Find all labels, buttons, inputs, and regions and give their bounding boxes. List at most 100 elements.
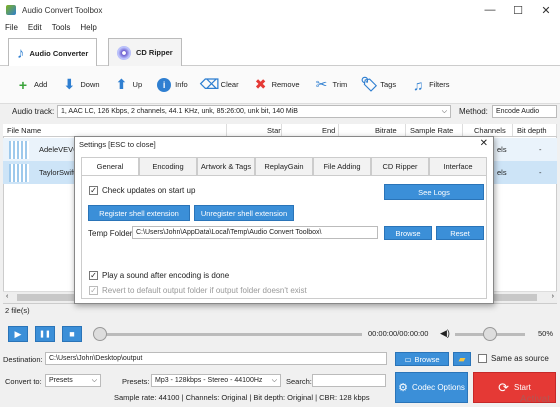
same-as-source-option[interactable]: Same as source [478, 354, 549, 363]
tab-file-adding[interactable]: File Adding [313, 157, 371, 175]
open-folder-icon[interactable]: ▰ [453, 352, 471, 366]
destination-value: C:\Users\John\Desktop\output [49, 355, 143, 362]
tab-general[interactable]: General [81, 157, 139, 175]
menu-tools[interactable]: Tools [47, 23, 76, 32]
trim-button[interactable]: ✂ Trim [307, 70, 355, 100]
close-button[interactable]: ✕ [532, 0, 560, 20]
play-sound-option[interactable]: ✓ Play a sound after encoding is done [89, 271, 229, 280]
info-button[interactable]: i Info [149, 70, 195, 100]
remove-label: Remove [271, 80, 300, 89]
stop-button[interactable]: ■ [62, 326, 82, 342]
dialog-title: Settings [ESC to close] [79, 139, 156, 149]
trim-label: Trim [332, 80, 348, 89]
codec-options-label: Codec Options [411, 383, 465, 392]
up-label: Up [132, 80, 143, 89]
method-value: Encode Audio [496, 108, 540, 115]
revert-output-checkbox[interactable]: ✓ [89, 286, 98, 295]
chevron-down-icon: ⌵ [91, 376, 97, 384]
arrow-down-icon: ⬇ [63, 76, 76, 92]
pause-button[interactable]: ❚❚ [35, 326, 55, 342]
menu-edit[interactable]: Edit [23, 23, 47, 32]
clear-button[interactable]: ⌫ Clear [195, 70, 246, 100]
tags-label: Tags [380, 80, 397, 89]
method-label: Method: [459, 107, 488, 116]
presets-select[interactable]: Mp3 - 128kbps - Stereo - 44100Hz ⌵ [151, 374, 281, 387]
see-logs-button[interactable]: See Logs [384, 184, 484, 200]
minimize-button[interactable]: — [476, 0, 504, 20]
method-select[interactable]: Encode Audio [492, 105, 557, 118]
music-note-icon: ♪ [17, 44, 25, 62]
col-end[interactable]: End [282, 124, 339, 136]
convert-to-value: Presets [49, 377, 73, 384]
tab-replaygain[interactable]: ReplayGain [255, 157, 313, 175]
audio-track-select[interactable]: 1, AAC LC, 126 Kbps, 2 channels, 44.1 KH… [57, 105, 451, 118]
tab-artwork-tags[interactable]: Artwork & Tags [197, 157, 255, 175]
destination-browse-button[interactable]: ▭ Browse [395, 352, 449, 366]
menu-file[interactable]: File [0, 23, 23, 32]
seek-track[interactable] [100, 333, 362, 336]
up-button[interactable]: ⬆ Up [107, 70, 150, 100]
temp-folder-field[interactable]: C:\Users\John\AppData\Local\Temp\Audio C… [132, 226, 378, 239]
maximize-button[interactable]: ☐ [504, 0, 532, 20]
folder-open-icon: ▭ [404, 354, 412, 364]
time-readout: 00:00:00/00:00:00 [368, 329, 429, 338]
tag-icon: 🏷 [360, 76, 379, 92]
activation-watermark: Activat [520, 394, 551, 405]
search-input[interactable] [312, 374, 386, 387]
filters-button[interactable]: ♫ Filters [403, 70, 456, 100]
temp-browse-button[interactable]: Browse [384, 226, 432, 240]
tab-cd-ripper[interactable]: CD Ripper [108, 38, 182, 66]
remove-button[interactable]: ✖ Remove [246, 70, 307, 100]
tags-button[interactable]: 🏷 Tags [354, 70, 403, 100]
file-channels: els [497, 145, 507, 154]
temp-reset-button[interactable]: Reset [436, 226, 484, 240]
check-updates-checkbox[interactable]: ✓ [89, 186, 98, 195]
revert-output-label: Revert to default output folder if outpu… [102, 286, 307, 295]
volume-slider-knob[interactable] [483, 327, 497, 341]
presets-label: Presets: [122, 377, 150, 386]
volume-icon[interactable]: ◀) [440, 328, 450, 339]
destination-field[interactable]: C:\Users\John\Desktop\output [45, 352, 387, 365]
col-channels[interactable]: Channels [463, 124, 513, 136]
encoding-summary: Sample rate: 44100 | Channels: Original … [114, 393, 370, 402]
scissors-icon: ✂ [315, 76, 328, 92]
file-thumbnail-icon [9, 163, 29, 182]
main-tab-bar: ♪ Audio Converter CD Ripper [0, 34, 560, 67]
menu-help[interactable]: Help [75, 23, 101, 32]
col-bit-depth[interactable]: Bit depth [513, 124, 557, 136]
check-updates-label: Check updates on start up [102, 186, 196, 195]
col-start[interactable]: Start [227, 124, 282, 136]
tab-interface[interactable]: Interface [429, 157, 487, 175]
tab-audio-converter[interactable]: ♪ Audio Converter [8, 38, 98, 67]
tab-encoding[interactable]: Encoding [139, 157, 197, 175]
settings-dialog: Settings [ESC to close] ✕ General Encodi… [74, 136, 494, 304]
remove-x-icon: ✖ [254, 76, 267, 92]
convert-to-label: Convert to: [5, 377, 42, 386]
seek-slider-knob[interactable] [93, 327, 107, 341]
col-sample-rate[interactable]: Sample Rate [406, 124, 463, 136]
col-bitrate[interactable]: Bitrate [339, 124, 406, 136]
scroll-left-icon[interactable]: ‹ [6, 293, 8, 300]
register-shell-button[interactable]: Register shell extension [88, 205, 190, 221]
down-button[interactable]: ⬇ Down [54, 70, 106, 100]
same-as-source-checkbox[interactable] [478, 354, 487, 363]
tab-cd-ripper-label: CD Ripper [136, 48, 173, 57]
codec-options-button[interactable]: ⚙ Codec Options [395, 372, 468, 403]
player-bar: ▶ ❚❚ ■ 00:00:00/00:00:00 ◀) 50% [0, 318, 560, 348]
add-button[interactable]: + Add [8, 70, 54, 100]
temp-folder-label: Temp Folder: [88, 229, 135, 238]
play-button[interactable]: ▶ [8, 326, 28, 342]
dialog-close-icon[interactable]: ✕ [480, 138, 488, 149]
tab-cd-ripper-settings[interactable]: CD Ripper [371, 157, 429, 175]
convert-to-select[interactable]: Presets ⌵ [45, 374, 101, 387]
col-file-name[interactable]: File Name [3, 124, 227, 136]
play-sound-checkbox[interactable]: ✓ [89, 271, 98, 280]
audio-track-label: Audio track: [12, 107, 55, 116]
audio-track-value: 1, AAC LC, 126 Kbps, 2 channels, 44.1 KH… [61, 108, 298, 115]
same-as-source-label: Same as source [491, 354, 549, 363]
scroll-right-icon[interactable]: › [552, 293, 554, 300]
unregister-shell-button[interactable]: Unregister shell extension [194, 205, 294, 221]
check-updates-option[interactable]: ✓ Check updates on start up [89, 186, 195, 195]
audio-track-row: Audio track: 1, AAC LC, 126 Kbps, 2 chan… [0, 104, 560, 120]
revert-output-option[interactable]: ✓ Revert to default output folder if out… [89, 286, 307, 295]
